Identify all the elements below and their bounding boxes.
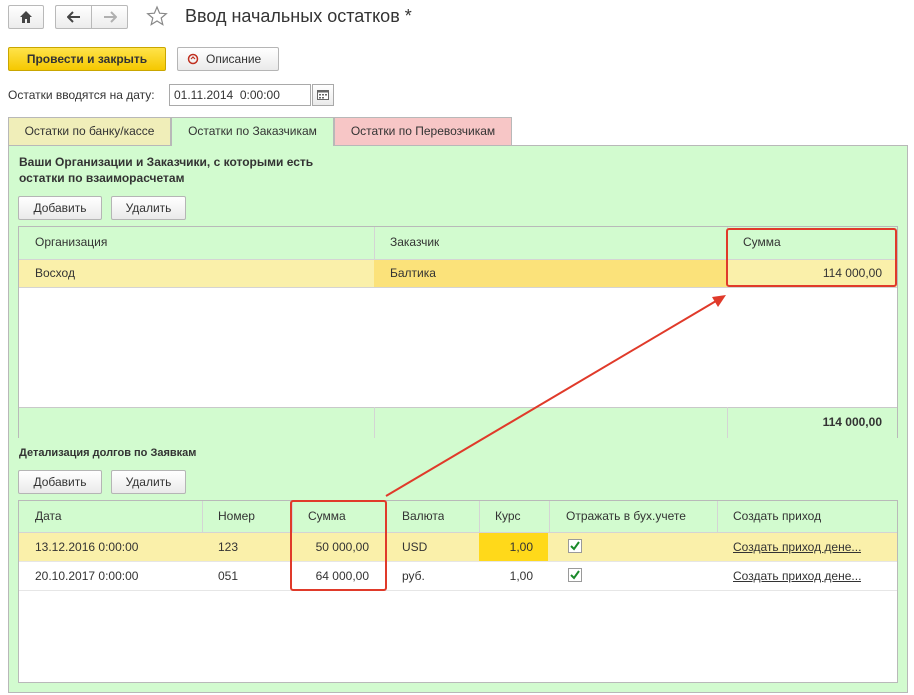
checkmark-icon <box>570 570 580 580</box>
reflect-checkbox[interactable] <box>568 568 582 582</box>
column-header-create[interactable]: Создать приход <box>733 509 821 523</box>
create-receipt-link[interactable]: Создать приход дене... <box>733 540 861 554</box>
column-header-date[interactable]: Дата <box>35 509 62 523</box>
delete-button-top[interactable]: Удалить <box>111 196 186 220</box>
home-icon <box>20 11 32 23</box>
cell-number[interactable]: 123 <box>218 540 238 554</box>
date-label: Остатки вводятся на дату: <box>8 88 155 102</box>
checkmark-icon <box>570 541 580 551</box>
tab-carriers[interactable]: Остатки по Перевозчикам <box>334 117 512 145</box>
column-header-number[interactable]: Номер <box>218 509 255 523</box>
delete-button-bottom[interactable]: Удалить <box>111 470 186 494</box>
cell-number[interactable]: 051 <box>218 569 238 583</box>
footer-total: 114 000,00 <box>822 415 882 429</box>
date-input[interactable] <box>169 84 311 106</box>
reflect-checkbox[interactable] <box>568 539 582 553</box>
cell-organization[interactable]: Восход <box>35 266 75 280</box>
arrow-right-icon <box>104 11 117 23</box>
annotation-box-top-sum <box>726 228 897 287</box>
home-button[interactable] <box>8 5 44 29</box>
post-and-close-button[interactable]: Провести и закрыть <box>8 47 166 71</box>
page-title: Ввод начальных остатков * <box>185 6 412 26</box>
star-icon[interactable] <box>146 5 168 27</box>
bottom-section-title: Детализация долгов по Заявкам <box>19 447 197 459</box>
calendar-icon <box>317 90 329 100</box>
tab-bank-cash[interactable]: Остатки по банку/кассе <box>8 117 171 145</box>
back-button[interactable] <box>55 5 91 29</box>
column-header-customer[interactable]: Заказчик <box>390 235 439 249</box>
column-header-organization[interactable]: Организация <box>35 235 107 249</box>
requests-table: Дата Номер Сумма Валюта Курс Отражать в … <box>18 500 898 683</box>
cell-rate[interactable]: 1,00 <box>479 569 533 583</box>
description-button[interactable]: Описание <box>177 47 279 71</box>
column-header-reflect[interactable]: Отражать в бух.учете <box>566 509 686 523</box>
cell-currency[interactable]: USD <box>402 540 427 554</box>
cell-rate[interactable]: 1,00 <box>479 540 533 554</box>
arrow-left-icon <box>67 11 80 23</box>
top-section-title-line2: остатки по взаиморасчетам <box>19 171 185 185</box>
annotation-box-bottom-sum <box>290 500 387 591</box>
tab-customers[interactable]: Остатки по Заказчикам <box>171 117 334 146</box>
forward-button[interactable] <box>91 5 128 29</box>
column-header-currency[interactable]: Валюта <box>402 509 444 523</box>
cell-customer[interactable]: Балтика <box>390 266 436 280</box>
add-button-bottom[interactable]: Добавить <box>18 470 102 494</box>
column-header-rate[interactable]: Курс <box>495 509 521 523</box>
cell-date[interactable]: 13.12.2016 0:00:00 <box>35 540 138 554</box>
description-icon <box>187 53 199 65</box>
add-button-top[interactable]: Добавить <box>18 196 102 220</box>
cell-date[interactable]: 20.10.2017 0:00:00 <box>35 569 138 583</box>
cell-currency[interactable]: руб. <box>402 569 425 583</box>
description-label: Описание <box>206 52 262 66</box>
calendar-button[interactable] <box>312 84 334 106</box>
top-section-title-line1: Ваши Организации и Заказчики, с которыми… <box>19 155 314 169</box>
create-receipt-link[interactable]: Создать приход дене... <box>733 569 861 583</box>
